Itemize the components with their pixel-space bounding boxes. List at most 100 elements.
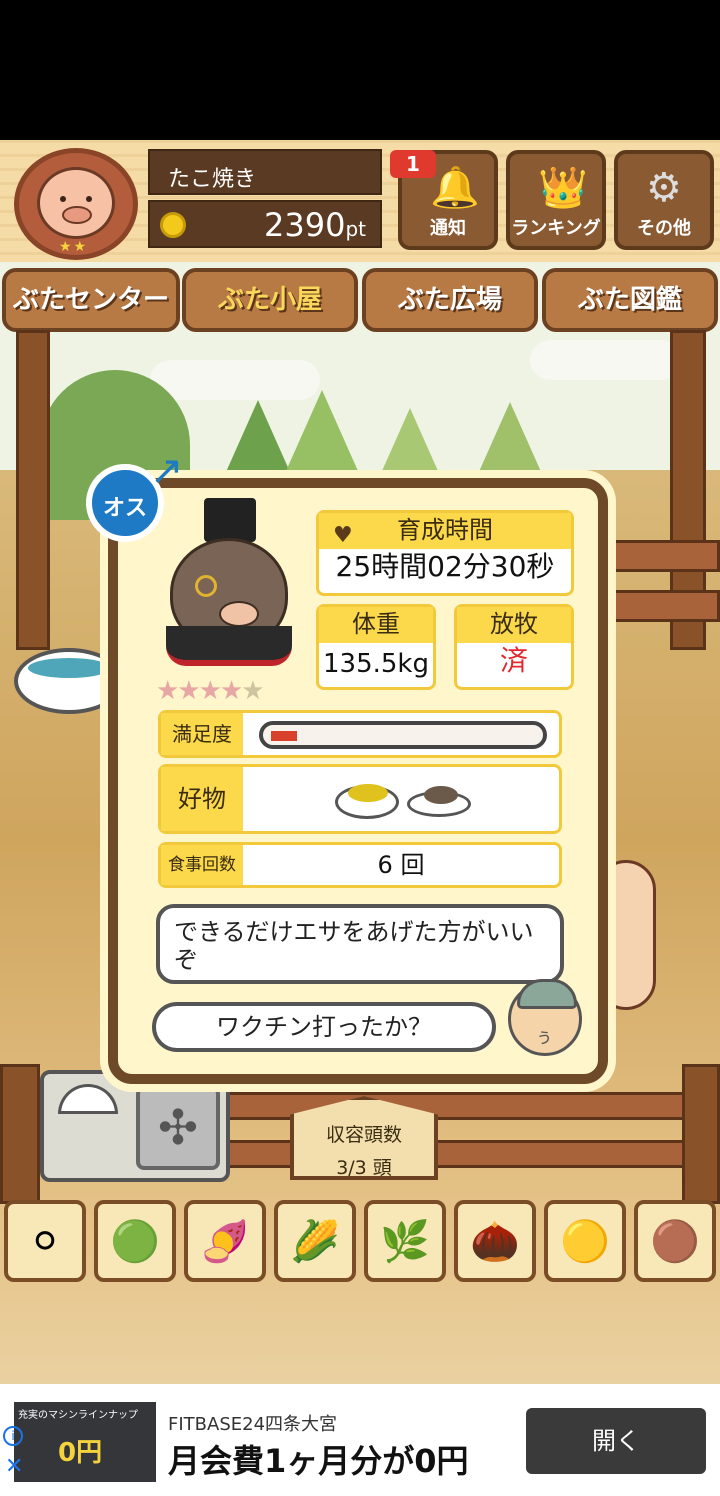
gender-label: オス (102, 496, 147, 521)
ad-info-icon[interactable]: i (3, 1426, 23, 1446)
food-slot[interactable]: 🌿 (364, 1200, 446, 1282)
satisfaction-gauge-fill (271, 731, 297, 741)
farmer-avatar: ぅ (508, 979, 582, 1056)
pig-portrait (160, 498, 300, 668)
crown-icon: 👑 (538, 165, 588, 211)
dial-icon (58, 1084, 118, 1114)
corn-icon: 🌽 (290, 1219, 340, 1265)
ranking-label: ランキング (511, 218, 601, 239)
top-hat-icon (204, 498, 256, 542)
header-bar: ★★ たこ焼き 2390pt 1 🔔 通知 👑 ランキング ⚙ その他 (0, 140, 720, 262)
acorn-icon: 🌰 (470, 1219, 520, 1265)
meal-count-row: 食事回数 6 回 (158, 842, 562, 888)
farmer-speech-bubble[interactable]: できるだけエサをあげた方がいいぞ (156, 904, 564, 984)
fan-icon: ✣ (157, 1100, 199, 1156)
points-display: 2390pt (148, 200, 382, 248)
tab-pig-center[interactable]: ぶたセンター (2, 268, 180, 332)
grazing-label: 放牧 (457, 607, 571, 643)
pig-avatar-icon (37, 167, 115, 239)
food-slot[interactable]: 🍠 (184, 1200, 266, 1282)
cloud (530, 340, 680, 380)
male-arrow-icon: ↗ (150, 448, 184, 494)
ad-brand: FITBASE24四条大宮 (168, 1414, 338, 1435)
farmer-face-icon: ぅ (535, 1027, 553, 1048)
food-slot[interactable]: 🟡 (544, 1200, 626, 1282)
fence-rail (600, 540, 720, 572)
food-slot[interactable]: ⚪ (4, 1200, 86, 1282)
coin-icon (160, 212, 186, 238)
pig-rating: ★★★★★ (156, 676, 265, 706)
other-label: その他 (637, 218, 691, 239)
food-slot[interactable]: 🟢 (94, 1200, 176, 1282)
ad-close-icon[interactable]: ✕ (5, 1454, 23, 1479)
ad-banner[interactable]: 充実のマシンラインナップ 0円 i ✕ FITBASE24四条大宮 月会費1ヶ月… (0, 1384, 720, 1496)
capacity-value: 3/3 頭 (336, 1157, 392, 1179)
corn-dish-icon (335, 784, 399, 819)
soybean-icon: ⚪ (28, 1219, 62, 1265)
favorite-food-row: 好物 (158, 764, 562, 834)
water-surface (28, 658, 110, 678)
satisfaction-label: 満足度 (161, 713, 243, 755)
notification-badge: 1 (390, 150, 436, 178)
food-slot[interactable]: 🟤 (634, 1200, 716, 1282)
ad-image-price: 0円 (58, 1438, 103, 1468)
monocle-icon (195, 575, 217, 597)
pig-snout (219, 601, 259, 627)
other-button[interactable]: ⚙ その他 (614, 150, 714, 250)
bell-icon: 🔔 (430, 165, 480, 211)
fence-post (0, 1064, 40, 1204)
food-slot[interactable]: 🌰 (454, 1200, 536, 1282)
fence-rail (600, 590, 720, 622)
ad-title: 月会費1ヶ月分が0円 (168, 1442, 469, 1480)
weight-value: 135.5kg (323, 649, 429, 679)
favorite-label: 好物 (161, 767, 243, 831)
food-slot[interactable]: 🌽 (274, 1200, 356, 1282)
points-unit: pt (345, 217, 366, 241)
fence-post (682, 1064, 720, 1204)
fence-post-left (16, 330, 50, 650)
fan-machine[interactable]: ✣ (40, 1070, 230, 1182)
raising-time-header: ♥ 育成時間 (319, 513, 571, 549)
avatar-nose (62, 206, 92, 224)
weight-label: 体重 (319, 607, 433, 643)
corn-pile (348, 784, 388, 802)
weight-card: 体重 135.5kg (316, 604, 436, 690)
avatar-eye-left (60, 196, 66, 202)
player-name: たこ焼き (148, 149, 382, 195)
acorn-pile (424, 786, 458, 804)
sweet-potato-icon: 🍠 (200, 1219, 250, 1265)
tree (282, 390, 362, 480)
ad-image-caption: 充実のマシンラインナップ (18, 1410, 138, 1421)
meals-label: 食事回数 (161, 845, 243, 885)
tab-pig-square[interactable]: ぶた広場 (362, 268, 538, 332)
gear-icon: ⚙ (646, 165, 682, 211)
farmer-speech-bubble-2[interactable]: ワクチン打ったか？ (152, 1002, 496, 1052)
avatar-eye-right (86, 196, 92, 202)
leaf-bean-icon: 🌿 (380, 1219, 430, 1265)
satisfaction-gauge (259, 721, 547, 749)
raising-time-value: 25時間02分30秒 (335, 550, 555, 583)
player-avatar[interactable]: ★★ (14, 148, 138, 260)
rating-empty-stars: ★ (241, 676, 264, 706)
grazing-value: 済 (499, 644, 528, 677)
corn-dish-icon: 🟡 (560, 1219, 610, 1265)
mixed-bean-icon: 🟢 (110, 1219, 160, 1265)
ad-image[interactable]: 充実のマシンラインナップ 0円 (14, 1402, 156, 1482)
rating-filled-stars: ★★★★ (156, 676, 243, 706)
ranking-button[interactable]: 👑 ランキング (506, 150, 606, 250)
raising-time-card: ♥ 育成時間 25時間02分30秒 (316, 510, 574, 596)
points-value: 2390 (264, 206, 346, 244)
ad-open-button[interactable]: 開く (526, 1408, 706, 1474)
satisfaction-row: 満足度 (158, 710, 562, 758)
rank-stars-icon: ★★ (59, 239, 89, 255)
tab-pig-encyclopedia[interactable]: ぶた図鑑 (542, 268, 718, 332)
tab-pig-hut[interactable]: ぶた小屋 (182, 268, 358, 332)
acorn-dish-icon: 🟤 (650, 1219, 700, 1265)
meals-value: 6 回 (377, 851, 425, 879)
raising-time-label: 育成時間 (397, 516, 493, 544)
cape-icon (166, 626, 292, 666)
fan-housing: ✣ (136, 1086, 220, 1170)
status-bar-area (0, 0, 720, 140)
acorn-dish-icon (407, 786, 471, 817)
notification-label: 通知 (430, 218, 466, 239)
